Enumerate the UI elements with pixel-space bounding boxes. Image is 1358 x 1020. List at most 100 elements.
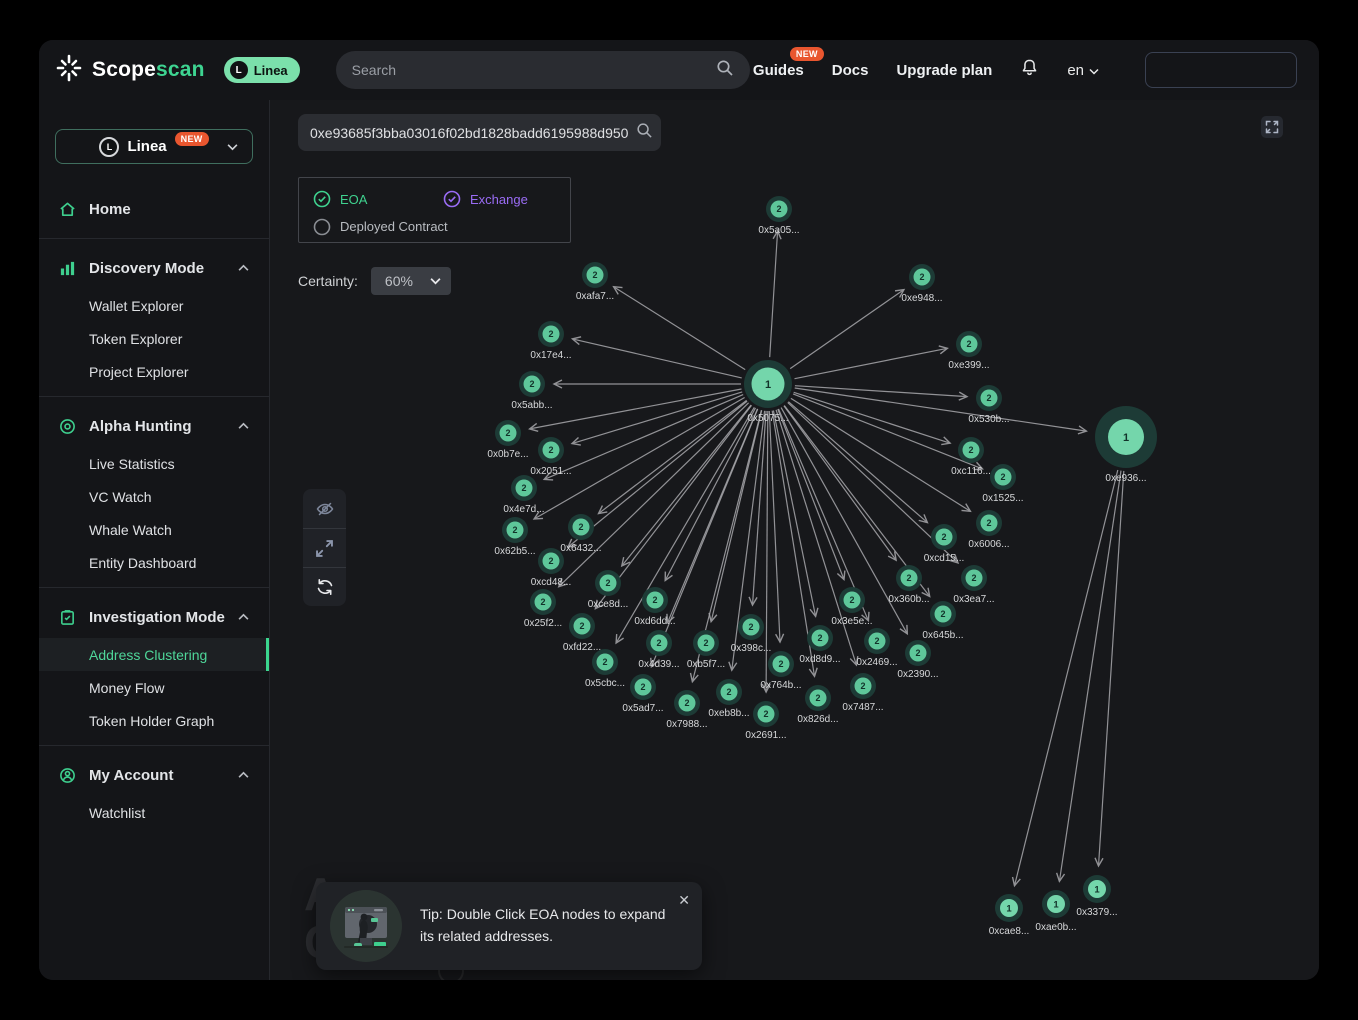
graph-node[interactable]: 2 0x0b7e... bbox=[487, 420, 528, 460]
graph-node[interactable]: 2 0xe948... bbox=[901, 264, 942, 304]
nav-docs[interactable]: Docs bbox=[832, 62, 869, 79]
address-search-input[interactable]: 0xe93685f3bba03016f02bd1828badd6195988d9… bbox=[298, 114, 661, 151]
sidebar-item-wallet-explorer[interactable]: Wallet Explorer bbox=[39, 289, 269, 322]
graph-node[interactable]: 2 0x7988... bbox=[666, 690, 707, 730]
sidebar-section-my-account[interactable]: My Account bbox=[39, 754, 269, 796]
graph-node[interactable]: 1 0x3379... bbox=[1076, 875, 1117, 918]
sidebar-item-project-explorer[interactable]: Project Explorer bbox=[39, 355, 269, 388]
graph-node[interactable]: 2 0x6432... bbox=[560, 514, 601, 554]
graph-node[interactable]: 2 0xd6dd... bbox=[634, 587, 675, 627]
svg-text:0x4e7d...: 0x4e7d... bbox=[503, 504, 544, 515]
graph-node[interactable]: 1 0xe936... bbox=[1095, 406, 1157, 484]
global-search-input[interactable]: Search bbox=[336, 51, 750, 89]
graph-node[interactable]: 2 0x17e4... bbox=[530, 321, 571, 361]
sidebar-item-watchlist[interactable]: Watchlist bbox=[39, 796, 269, 829]
graph-node[interactable]: 2 0x5ad7... bbox=[622, 674, 663, 714]
graph-node[interactable]: 2 0x2051... bbox=[530, 437, 571, 477]
language-selector[interactable]: en bbox=[1067, 62, 1099, 79]
graph-node[interactable]: 2 0xfd22... bbox=[563, 613, 601, 653]
graph-node[interactable]: 2 0x4d39... bbox=[638, 630, 679, 670]
svg-text:2: 2 bbox=[652, 595, 657, 605]
network-new-badge: NEW bbox=[175, 132, 209, 146]
sidebar-section-discovery-mode[interactable]: Discovery Mode bbox=[39, 247, 269, 289]
home-icon bbox=[59, 201, 76, 218]
svg-text:2: 2 bbox=[726, 687, 731, 697]
refresh-graph-button[interactable] bbox=[303, 567, 346, 606]
nav-guides[interactable]: Guides NEW bbox=[753, 62, 804, 79]
graph-node[interactable]: 2 0xafa7... bbox=[576, 262, 614, 302]
graph-node[interactable]: 2 0x530b... bbox=[968, 385, 1009, 425]
hide-nodes-button[interactable] bbox=[303, 489, 346, 528]
graph-node[interactable]: 2 0x6006... bbox=[968, 510, 1009, 550]
logo[interactable]: Scopescan L Linea bbox=[55, 54, 300, 87]
sidebar-item-live-statistics[interactable]: Live Statistics bbox=[39, 447, 269, 480]
svg-text:1: 1 bbox=[765, 379, 771, 391]
svg-text:0x6432...: 0x6432... bbox=[560, 543, 601, 554]
scopescan-logo-icon bbox=[55, 54, 83, 87]
legend-eoa-checkbox[interactable]: EOA bbox=[313, 190, 443, 208]
graph-node[interactable]: 1 0xcae8... bbox=[989, 894, 1030, 937]
graph-node[interactable]: 2 0x5a05... bbox=[758, 196, 799, 236]
header-action-button[interactable] bbox=[1145, 52, 1297, 88]
graph-node[interactable]: 2 0x645b... bbox=[922, 601, 963, 641]
graph-node[interactable]: 2 0xce8d... bbox=[588, 570, 629, 610]
svg-text:2: 2 bbox=[578, 522, 583, 532]
svg-text:2: 2 bbox=[919, 272, 924, 282]
network-selector[interactable]: L Linea NEW bbox=[55, 129, 253, 164]
certainty-dropdown[interactable]: 60% bbox=[371, 267, 451, 295]
sidebar-item-whale-watch[interactable]: Whale Watch bbox=[39, 513, 269, 546]
check-circle-icon bbox=[443, 190, 461, 208]
svg-text:2: 2 bbox=[512, 525, 517, 535]
clipboard-icon bbox=[59, 609, 76, 626]
sidebar-item-token-holder-graph[interactable]: Token Holder Graph bbox=[39, 704, 269, 737]
graph-node[interactable]: 2 0x5abb... bbox=[511, 371, 552, 411]
sidebar-section-alpha-hunting[interactable]: Alpha Hunting bbox=[39, 405, 269, 447]
graph-node[interactable]: 2 0x3ea7... bbox=[953, 565, 994, 605]
svg-text:0x1525...: 0x1525... bbox=[982, 493, 1023, 504]
graph-node[interactable]: 2 0xc116... bbox=[951, 437, 991, 477]
sidebar-item-address-clustering[interactable]: Address Clustering bbox=[39, 638, 269, 671]
close-icon[interactable]: ✕ bbox=[678, 892, 690, 909]
graph-node[interactable]: 2 0x25f2... bbox=[524, 589, 562, 629]
graph-node[interactable]: 2 0x4e7d... bbox=[503, 475, 544, 515]
graph-node[interactable]: 2 0xb5f7... bbox=[687, 630, 725, 670]
graph-node[interactable]: 2 0xe399... bbox=[948, 331, 989, 371]
graph-node[interactable]: 2 0x2691... bbox=[745, 701, 786, 741]
graph-node[interactable]: 2 0xcd15... bbox=[924, 524, 965, 564]
graph-node[interactable]: 1 0xae0b... bbox=[1035, 890, 1076, 933]
graph-node[interactable]: 1 0x5075... bbox=[744, 360, 792, 424]
svg-text:0x2390...: 0x2390... bbox=[897, 669, 938, 680]
sidebar-item-home[interactable]: Home bbox=[39, 188, 269, 230]
notification-bell-icon[interactable] bbox=[1020, 58, 1039, 82]
sidebar-item-entity-dashboard[interactable]: Entity Dashboard bbox=[39, 546, 269, 579]
sidebar-item-vc-watch[interactable]: VC Watch bbox=[39, 480, 269, 513]
graph-node[interactable]: 2 0x826d... bbox=[797, 685, 838, 725]
expand-graph-button[interactable] bbox=[303, 528, 346, 567]
graph-node[interactable]: 2 0x2469... bbox=[856, 628, 897, 668]
graph-node[interactable]: 2 0x360b... bbox=[888, 565, 929, 605]
chevron-up-icon bbox=[238, 613, 249, 621]
graph-node[interactable]: 2 0x62b5... bbox=[494, 517, 535, 557]
legend-deployed-contract-checkbox[interactable]: Deployed Contract bbox=[313, 218, 448, 236]
graph-node[interactable]: 2 0x5cbc... bbox=[585, 649, 625, 689]
svg-text:0x3379...: 0x3379... bbox=[1076, 907, 1117, 918]
sidebar-item-money-flow[interactable]: Money Flow bbox=[39, 671, 269, 704]
certainty-label: Certainty: bbox=[298, 273, 358, 289]
fullscreen-button[interactable] bbox=[1261, 116, 1283, 138]
svg-text:2: 2 bbox=[529, 379, 534, 389]
app-window: Scopescan L Linea Search Guides NEW Docs… bbox=[39, 40, 1319, 980]
graph-node[interactable]: 2 0x2390... bbox=[897, 640, 938, 680]
graph-node[interactable]: 2 0x7487... bbox=[842, 673, 883, 713]
graph-node[interactable]: 2 0xd8d9... bbox=[799, 625, 840, 665]
sidebar-section-investigation-mode[interactable]: Investigation Mode bbox=[39, 596, 269, 638]
eye-off-icon bbox=[315, 499, 335, 519]
nav-upgrade-plan[interactable]: Upgrade plan bbox=[896, 62, 992, 79]
sidebar-item-token-explorer[interactable]: Token Explorer bbox=[39, 322, 269, 355]
sidebar: L Linea NEW Home Discovery Mode bbox=[39, 100, 270, 980]
legend-exchange-checkbox[interactable]: Exchange bbox=[443, 190, 528, 208]
graph-node[interactable]: 2 0xcd48... bbox=[531, 548, 572, 588]
graph-node[interactable]: 2 0xeb8b... bbox=[708, 679, 749, 719]
header-nav: Guides NEW Docs Upgrade plan en bbox=[753, 52, 1297, 88]
target-icon bbox=[59, 418, 76, 435]
svg-text:0x7988...: 0x7988... bbox=[666, 719, 707, 730]
